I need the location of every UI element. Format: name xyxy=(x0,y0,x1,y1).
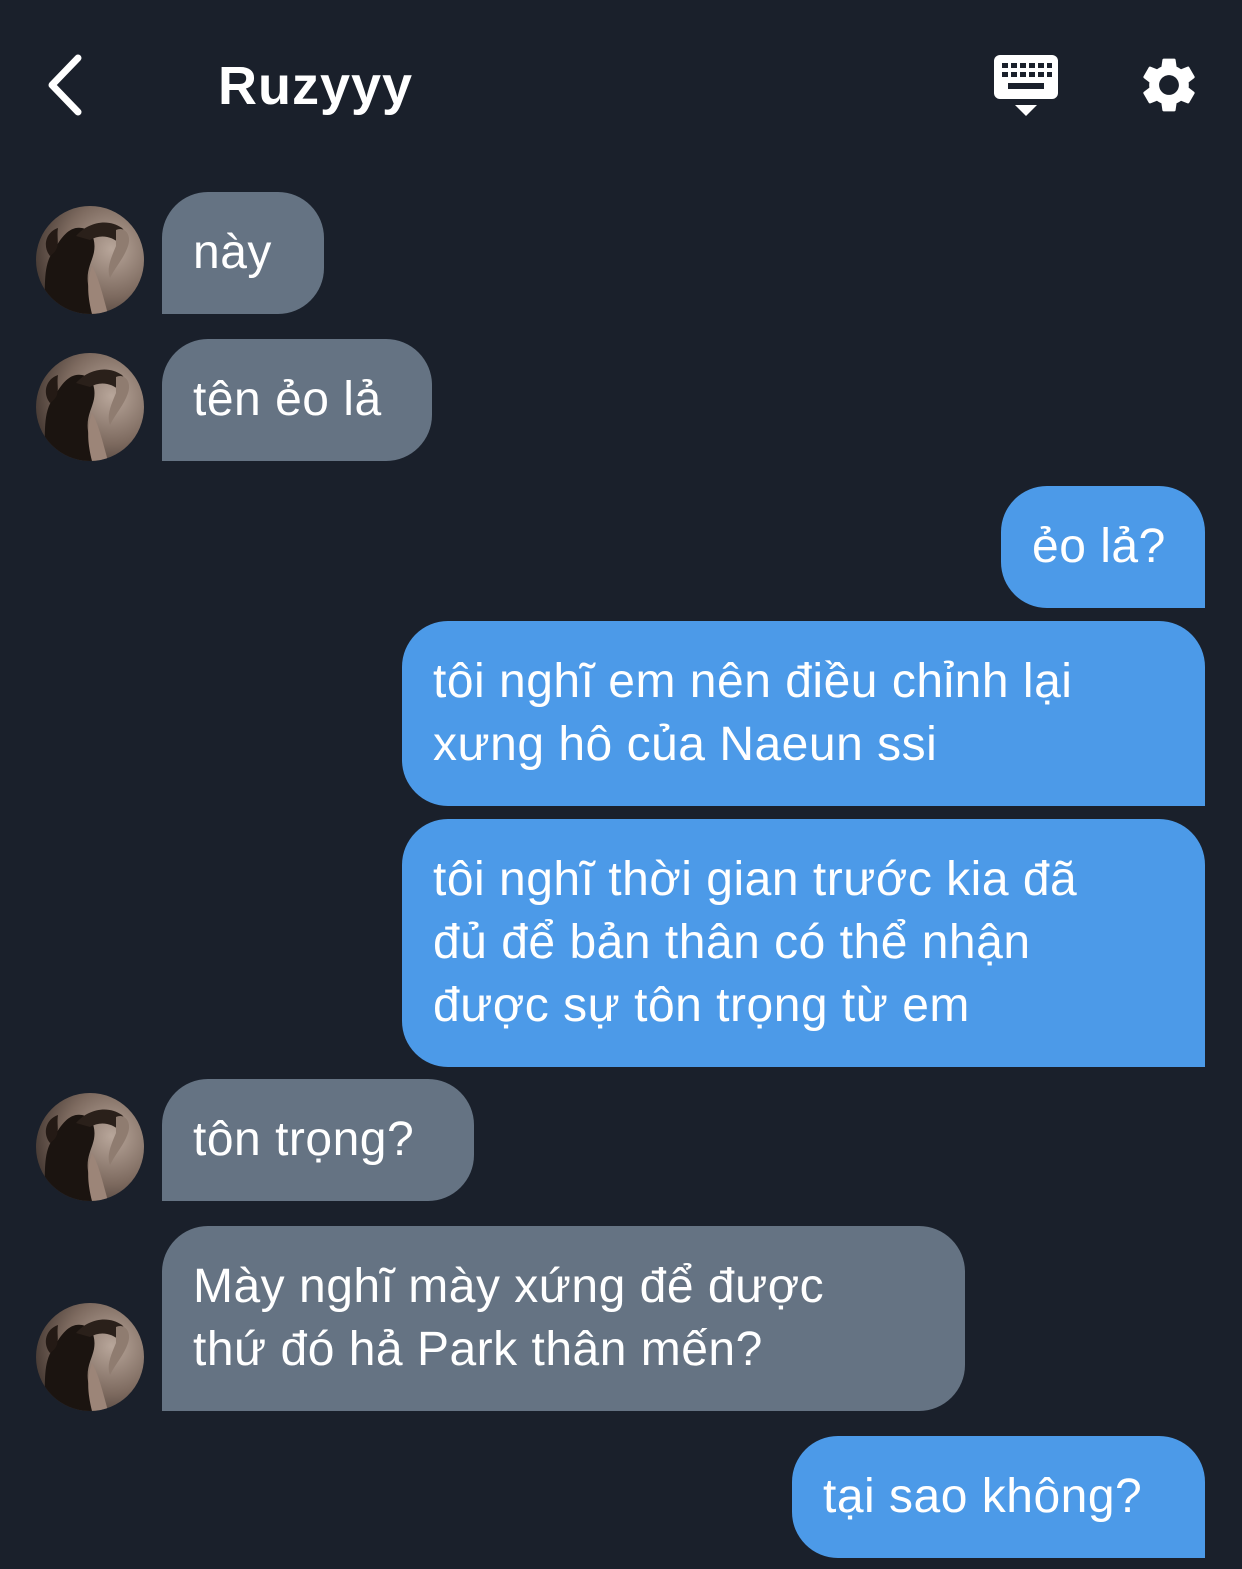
chat-header: Ruzyyy xyxy=(0,0,1242,170)
message-bubble-incoming[interactable]: tên ẻo lả xyxy=(162,339,432,461)
message-bubble-outgoing[interactable]: tôi nghĩ thời gian trước kia đã đủ để bả… xyxy=(402,819,1205,1067)
avatar[interactable] xyxy=(36,206,144,314)
back-button[interactable] xyxy=(40,50,100,120)
message-text-line: được sự tôn trọng từ em xyxy=(433,979,970,1032)
chevron-left-icon xyxy=(48,54,82,116)
message-text: tại sao không? xyxy=(823,1470,1143,1523)
message-text-line: thứ đó hả Park thân mến? xyxy=(193,1323,763,1376)
message-text-line: đủ để bản thân có thể nhận xyxy=(433,916,1031,969)
keyboard-button[interactable] xyxy=(990,52,1062,120)
message-text: này xyxy=(193,226,272,279)
message-text: tôn trọng? xyxy=(193,1113,415,1166)
message-bubble-incoming[interactable]: tôn trọng? xyxy=(162,1079,474,1201)
contact-name: Ruzyyy xyxy=(218,56,414,116)
avatar[interactable] xyxy=(36,1093,144,1201)
message-bubble-outgoing[interactable]: ẻo lả? xyxy=(1001,486,1205,608)
message-text-line: tôi nghĩ thời gian trước kia đã xyxy=(433,853,1078,906)
message-text: ẻo lả? xyxy=(1032,520,1166,573)
message-text-line: xưng hô của Naeun ssi xyxy=(433,718,938,771)
message-bubble-outgoing[interactable]: tại sao không? xyxy=(792,1436,1205,1558)
message-bubble-outgoing[interactable]: tôi nghĩ em nên điều chỉnh lại xưng hô c… xyxy=(402,621,1205,806)
avatar[interactable] xyxy=(36,1303,144,1411)
message-text-line: tôi nghĩ em nên điều chỉnh lại xyxy=(433,655,1073,708)
message-bubble-incoming[interactable]: Mày nghĩ mày xứng để được thứ đó hả Park… xyxy=(162,1226,965,1411)
settings-button[interactable] xyxy=(1136,52,1202,118)
message-text-line: Mày nghĩ mày xứng để được xyxy=(193,1260,825,1313)
message-text: tên ẻo lả xyxy=(193,373,382,426)
keyboard-hide-icon xyxy=(994,55,1058,116)
message-bubble-incoming[interactable]: này xyxy=(162,192,324,314)
avatar[interactable] xyxy=(36,353,144,461)
gear-icon xyxy=(1143,58,1195,112)
